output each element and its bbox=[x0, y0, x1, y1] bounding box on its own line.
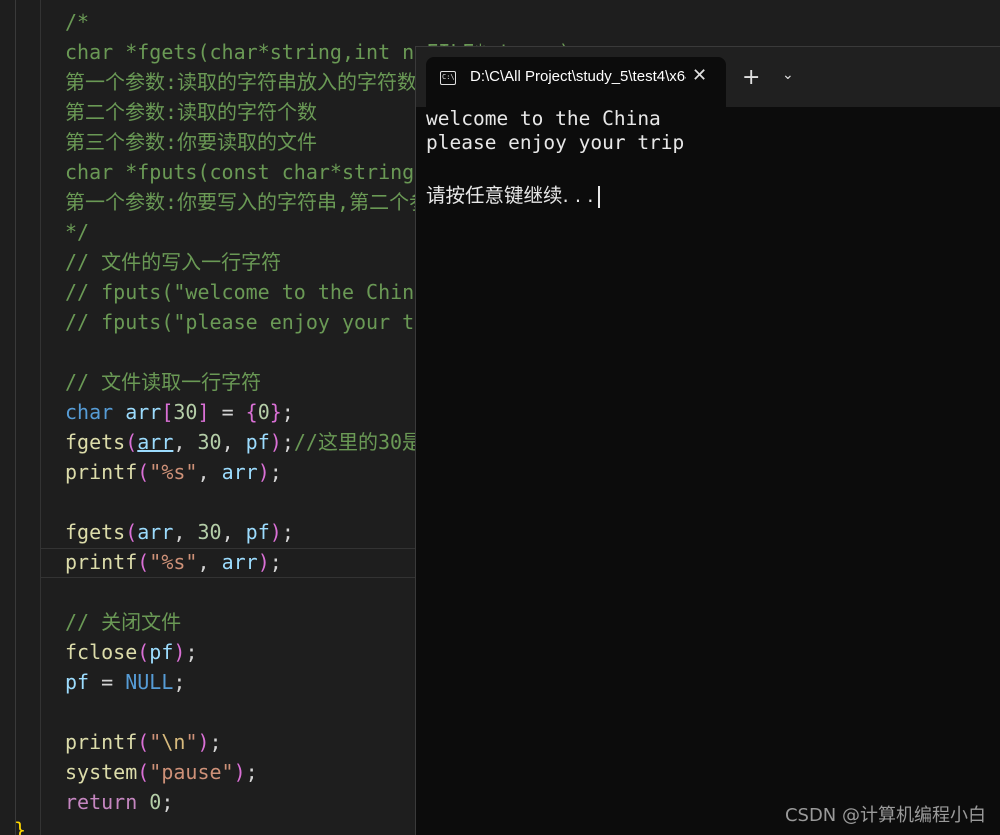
code-line-comment-read: // 文件读取一行字符 bbox=[65, 370, 262, 394]
code-line-comment-close: */ bbox=[65, 220, 90, 244]
terminal-output-line-1: welcome to the China bbox=[426, 107, 661, 130]
escape-newline: \n bbox=[161, 730, 186, 754]
function-fgets: fgets bbox=[65, 430, 126, 454]
code-line-comment-write: // 文件的写入一行字符 bbox=[65, 250, 282, 274]
terminal-pause-line: 请按任意键继续. . . bbox=[426, 179, 600, 208]
string-quote: " bbox=[149, 730, 162, 754]
code-line-comment-close-file: // 关闭文件 bbox=[65, 610, 182, 634]
number-30: 30 bbox=[173, 400, 198, 424]
number-0: 0 bbox=[257, 400, 270, 424]
code-line-arr-decl: char arr[30] = {0}; bbox=[65, 400, 294, 424]
function-fgets: fgets bbox=[65, 520, 126, 544]
chevron-down-icon[interactable]: ⌄ bbox=[782, 67, 794, 83]
function-printf: printf bbox=[65, 550, 138, 574]
code-line-return: return 0; bbox=[65, 790, 174, 814]
code-line-fgets-param3: 第三个参数:你要读取的文件 bbox=[65, 130, 318, 154]
closing-brace: } bbox=[14, 818, 27, 835]
string-pause: "pause" bbox=[149, 760, 234, 784]
terminal-window[interactable]: C:\ D:\C\All Project\study_5\test4\x64\D… bbox=[415, 46, 1000, 835]
number-30: 30 bbox=[197, 430, 222, 454]
identifier-arr: arr bbox=[137, 430, 174, 454]
terminal-tab[interactable]: C:\ D:\C\All Project\study_5\test4\x64\D… bbox=[426, 57, 726, 107]
text-cursor bbox=[597, 185, 600, 208]
tab-title: D:\C\All Project\study_5\test4\x64\Debug… bbox=[470, 68, 686, 85]
code-line-fgets-param2: 第二个参数:读取的字符个数 bbox=[65, 100, 318, 124]
keyword-char: char bbox=[65, 400, 114, 424]
number-30: 30 bbox=[197, 520, 222, 544]
keyword-null: NULL bbox=[125, 670, 174, 694]
code-line-fgets-param1: 第一个参数:读取的字符串放入的字符数组 bbox=[65, 70, 438, 94]
identifier-pf: pf bbox=[149, 640, 174, 664]
keyword-return: return bbox=[65, 790, 138, 814]
function-fclose: fclose bbox=[65, 640, 138, 664]
code-line-printf-2: printf("%s", arr); bbox=[65, 550, 282, 574]
code-line-printf-newline: printf("\n"); bbox=[65, 730, 222, 754]
identifier-pf: pf bbox=[245, 520, 270, 544]
string-format: "%s" bbox=[149, 550, 198, 574]
number-0: 0 bbox=[149, 790, 162, 814]
function-printf: printf bbox=[65, 730, 138, 754]
string-quote: " bbox=[185, 730, 198, 754]
code-line-comment-open: /* bbox=[65, 10, 90, 34]
identifier-arr: arr bbox=[221, 460, 258, 484]
gutter-divider bbox=[15, 0, 16, 835]
identifier-pf: pf bbox=[245, 430, 270, 454]
pause-prompt: 请按任意键继续. . . bbox=[426, 184, 594, 207]
indent-guide bbox=[40, 0, 41, 835]
new-tab-button[interactable]: + bbox=[742, 65, 760, 90]
function-printf: printf bbox=[65, 460, 138, 484]
code-line-pf-null: pf = NULL; bbox=[65, 670, 186, 694]
terminal-output-line-2: please enjoy your trip bbox=[426, 131, 685, 154]
string-format: "%s" bbox=[149, 460, 198, 484]
identifier-arr: arr bbox=[125, 400, 162, 424]
terminal-tab-bar: C:\ D:\C\All Project\study_5\test4\x64\D… bbox=[416, 47, 1000, 107]
code-line-system-pause: system("pause"); bbox=[65, 760, 258, 784]
code-line-fgets-call-2: fgets(arr, 30, pf); bbox=[65, 520, 294, 544]
identifier-arr: arr bbox=[137, 520, 174, 544]
identifier-pf: pf bbox=[65, 670, 90, 694]
code-line-fclose: fclose(pf); bbox=[65, 640, 198, 664]
close-icon[interactable]: ✕ bbox=[692, 65, 707, 86]
code-line-printf-1: printf("%s", arr); bbox=[65, 460, 282, 484]
cmd-icon: C:\ bbox=[440, 71, 456, 85]
identifier-arr: arr bbox=[221, 550, 258, 574]
watermark: CSDN @计算机编程小白 bbox=[784, 805, 986, 826]
function-system: system bbox=[65, 760, 138, 784]
